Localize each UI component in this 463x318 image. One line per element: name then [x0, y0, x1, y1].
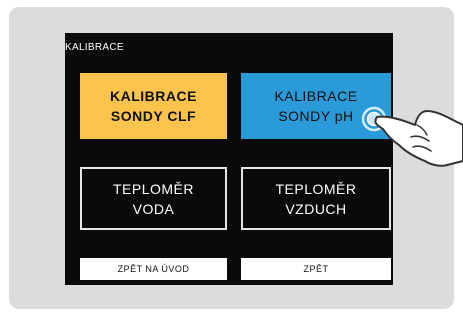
touch-screen: KALIBRACE KALIBRACE SONDY CLF KALIBRACE … [65, 33, 393, 285]
calibrate-clf-probe-button[interactable]: KALIBRACE SONDY CLF [80, 73, 227, 139]
calibrate-ph-line1: KALIBRACE [274, 88, 358, 104]
air-thermometer-line1: TEPLOMĚR [275, 180, 357, 197]
pointing-hand-icon [361, 106, 463, 167]
water-thermometer-button[interactable]: TEPLOMĚR VODA [80, 167, 227, 230]
air-thermometer-line2: VZDUCH [285, 200, 347, 217]
water-thermometer-line2: VODA [132, 200, 175, 217]
back-button[interactable]: ZPĚT [241, 258, 391, 280]
calibrate-clf-line1: KALIBRACE [110, 88, 197, 104]
screen-title: KALIBRACE [65, 42, 124, 53]
calibrate-ph-line2: SONDY pH [278, 108, 354, 124]
water-thermometer-line1: TEPLOMĚR [112, 180, 194, 197]
calibrate-clf-line2: SONDY CLF [110, 108, 197, 124]
back-to-home-button[interactable]: ZPĚT NA ÚVOD [80, 258, 227, 280]
